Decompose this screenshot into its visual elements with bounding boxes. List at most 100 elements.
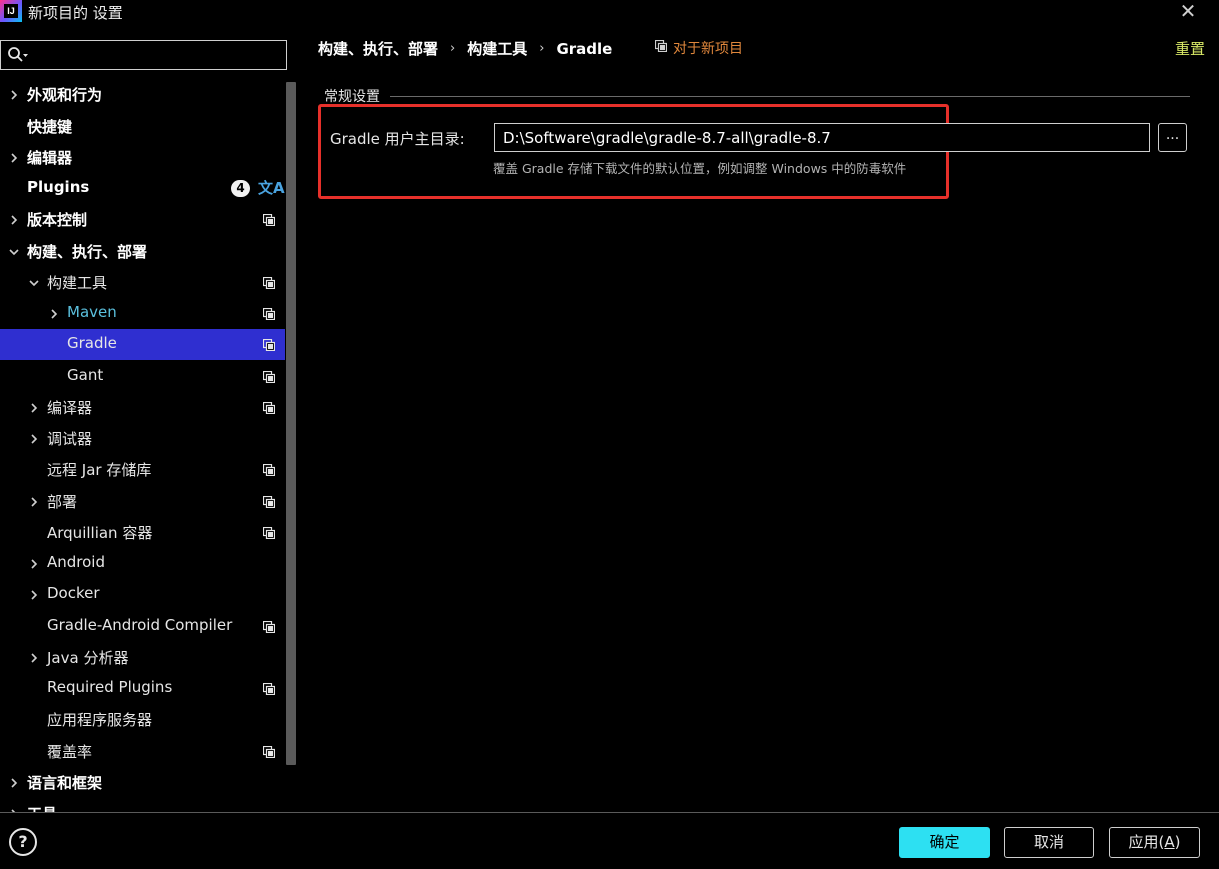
sidebar-item[interactable]: Gant xyxy=(0,361,285,392)
chevron-right-icon[interactable] xyxy=(8,89,20,101)
sidebar-item-label: Docker xyxy=(47,584,100,602)
settings-tree: 外观和行为快捷键编辑器 Plugins 4 文A 版本控制构建、执行、部署构建工具 Mav… xyxy=(0,79,285,812)
sidebar-item[interactable]: 版本控制 xyxy=(0,204,285,235)
sidebar-item-label: 编辑器 xyxy=(27,149,73,167)
sidebar-item-label: Gradle-Android Compiler xyxy=(47,616,233,634)
sidebar-item[interactable]: 构建工具 xyxy=(0,267,285,298)
plugins-update-badge: 4 xyxy=(231,180,250,197)
gradle-home-hint: 覆盖 Gradle 存储下载文件的默认位置，例如调整 Windows 中的防毒软… xyxy=(493,161,907,176)
sidebar-item[interactable]: 部署 xyxy=(0,486,285,517)
sidebar-item-label: 构建工具 xyxy=(47,274,108,292)
footer-divider xyxy=(0,812,1219,813)
project-scope-icon xyxy=(654,39,668,56)
search-input[interactable] xyxy=(33,44,281,66)
project-scope-icon xyxy=(263,371,275,383)
sidebar-item[interactable]: Gradle xyxy=(0,329,285,360)
close-icon[interactable]: ✕ xyxy=(1178,0,1198,22)
sidebar-item-label: 部署 xyxy=(47,493,78,511)
breadcrumb-item[interactable]: 构建工具 xyxy=(467,38,527,59)
chevron-right-icon[interactable] xyxy=(48,308,60,320)
chevron-right-icon[interactable] xyxy=(28,433,40,445)
window-title: 新项目的 设置 xyxy=(28,4,123,22)
gradle-user-home-input[interactable] xyxy=(494,123,1150,152)
intellij-logo-icon: IJ xyxy=(0,0,22,22)
breadcrumb-item[interactable]: 构建、执行、部署 xyxy=(318,38,438,59)
section-divider xyxy=(390,96,1190,97)
sidebar-item[interactable]: 工具 xyxy=(0,798,285,812)
cancel-button[interactable]: 取消 xyxy=(1004,827,1094,858)
sidebar-item-label: Arquillian 容器 xyxy=(47,524,153,542)
for-new-project-label: 对于新项目 xyxy=(654,38,743,58)
sidebar-item[interactable]: 编辑器 xyxy=(0,142,285,173)
chevron-right-icon[interactable] xyxy=(28,652,40,664)
sidebar-item-label: Maven xyxy=(67,303,117,321)
sidebar-item-label: Plugins xyxy=(27,178,90,196)
sidebar-item-label: 构建、执行、部署 xyxy=(27,243,148,261)
settings-search[interactable] xyxy=(0,40,287,70)
sidebar-item[interactable]: 调试器 xyxy=(0,423,285,454)
sidebar-item[interactable]: 覆盖率 xyxy=(0,736,285,767)
sidebar-item[interactable]: 构建、执行、部署 xyxy=(0,236,285,267)
sidebar-item-label: 远程 Jar 存储库 xyxy=(47,461,152,479)
sidebar-item-label: 覆盖率 xyxy=(47,743,93,761)
sidebar-item-label: 应用程序服务器 xyxy=(47,711,153,729)
title-bar: IJ 新项目的 设置 ✕ xyxy=(0,0,1219,26)
project-scope-icon xyxy=(263,746,275,758)
sidebar-item[interactable]: Java 分析器 xyxy=(0,642,285,673)
sidebar-item[interactable]: Maven xyxy=(0,298,285,329)
sidebar-item-label: 工具 xyxy=(27,803,57,812)
project-scope-icon xyxy=(263,308,275,320)
ok-button[interactable]: 确定 xyxy=(899,827,990,858)
browse-button[interactable]: ... xyxy=(1158,123,1187,152)
project-scope-icon xyxy=(263,527,275,539)
chevron-right-icon[interactable] xyxy=(8,152,20,164)
project-scope-icon xyxy=(263,496,275,508)
apply-button[interactable]: 应用(A) xyxy=(1109,827,1200,858)
project-scope-icon xyxy=(263,402,275,414)
sidebar-item-label: 语言和框架 xyxy=(27,774,103,792)
chevron-right-icon[interactable] xyxy=(8,777,20,789)
chevron-right-icon: › xyxy=(450,41,456,56)
search-icon xyxy=(7,46,29,64)
project-scope-icon xyxy=(263,277,275,289)
breadcrumb-current: Gradle xyxy=(556,39,613,58)
sidebar-item[interactable]: Arquillian 容器 xyxy=(0,517,285,548)
sidebar-item[interactable]: 应用程序服务器 xyxy=(0,704,285,735)
reset-link[interactable]: 重置 xyxy=(1175,38,1205,59)
chevron-right-icon[interactable] xyxy=(28,589,40,601)
sidebar-item[interactable]: Required Plugins xyxy=(0,673,285,704)
sidebar-item-label: 编译器 xyxy=(47,399,93,417)
sidebar-item-label: 调试器 xyxy=(47,430,93,448)
project-scope-icon xyxy=(263,683,275,695)
sidebar-item[interactable]: Plugins 4 文A xyxy=(0,173,285,204)
sidebar-item[interactable]: 外观和行为 xyxy=(0,79,285,110)
sidebar-item[interactable]: Gradle-Android Compiler xyxy=(0,611,285,642)
gradle-user-home-label: Gradle 用户主目录: xyxy=(330,130,465,148)
sidebar-item-label: Android xyxy=(47,553,105,571)
sidebar-item[interactable]: Android xyxy=(0,548,285,579)
sidebar-item-label: 外观和行为 xyxy=(27,86,103,104)
project-scope-icon xyxy=(263,339,275,351)
chevron-right-icon[interactable] xyxy=(28,402,40,414)
sidebar-item[interactable]: Docker xyxy=(0,579,285,610)
sidebar-item-label: Gradle xyxy=(67,334,117,352)
sidebar-item-label: 快捷键 xyxy=(27,118,73,136)
sidebar-item[interactable]: 快捷键 xyxy=(0,111,285,142)
sidebar-item-label: Java 分析器 xyxy=(47,649,129,667)
chevron-right-icon[interactable] xyxy=(28,558,40,570)
chevron-down-icon[interactable] xyxy=(28,277,40,289)
project-scope-icon xyxy=(263,214,275,226)
sidebar-item-label: Required Plugins xyxy=(47,678,173,696)
sidebar-item[interactable]: 编译器 xyxy=(0,392,285,423)
breadcrumb: 构建、执行、部署 › 构建工具 › Gradle xyxy=(318,38,612,59)
help-icon[interactable]: ? xyxy=(9,828,37,856)
sidebar-scrollbar[interactable] xyxy=(286,82,296,765)
section-title: 常规设置 xyxy=(324,89,380,105)
chevron-down-icon[interactable] xyxy=(8,246,20,258)
chevron-right-icon[interactable] xyxy=(28,496,40,508)
sidebar-item-label: 版本控制 xyxy=(27,211,88,229)
translate-icon: 文A xyxy=(258,179,285,197)
chevron-right-icon[interactable] xyxy=(8,214,20,226)
sidebar-item[interactable]: 远程 Jar 存储库 xyxy=(0,454,285,485)
sidebar-item[interactable]: 语言和框架 xyxy=(0,767,285,798)
